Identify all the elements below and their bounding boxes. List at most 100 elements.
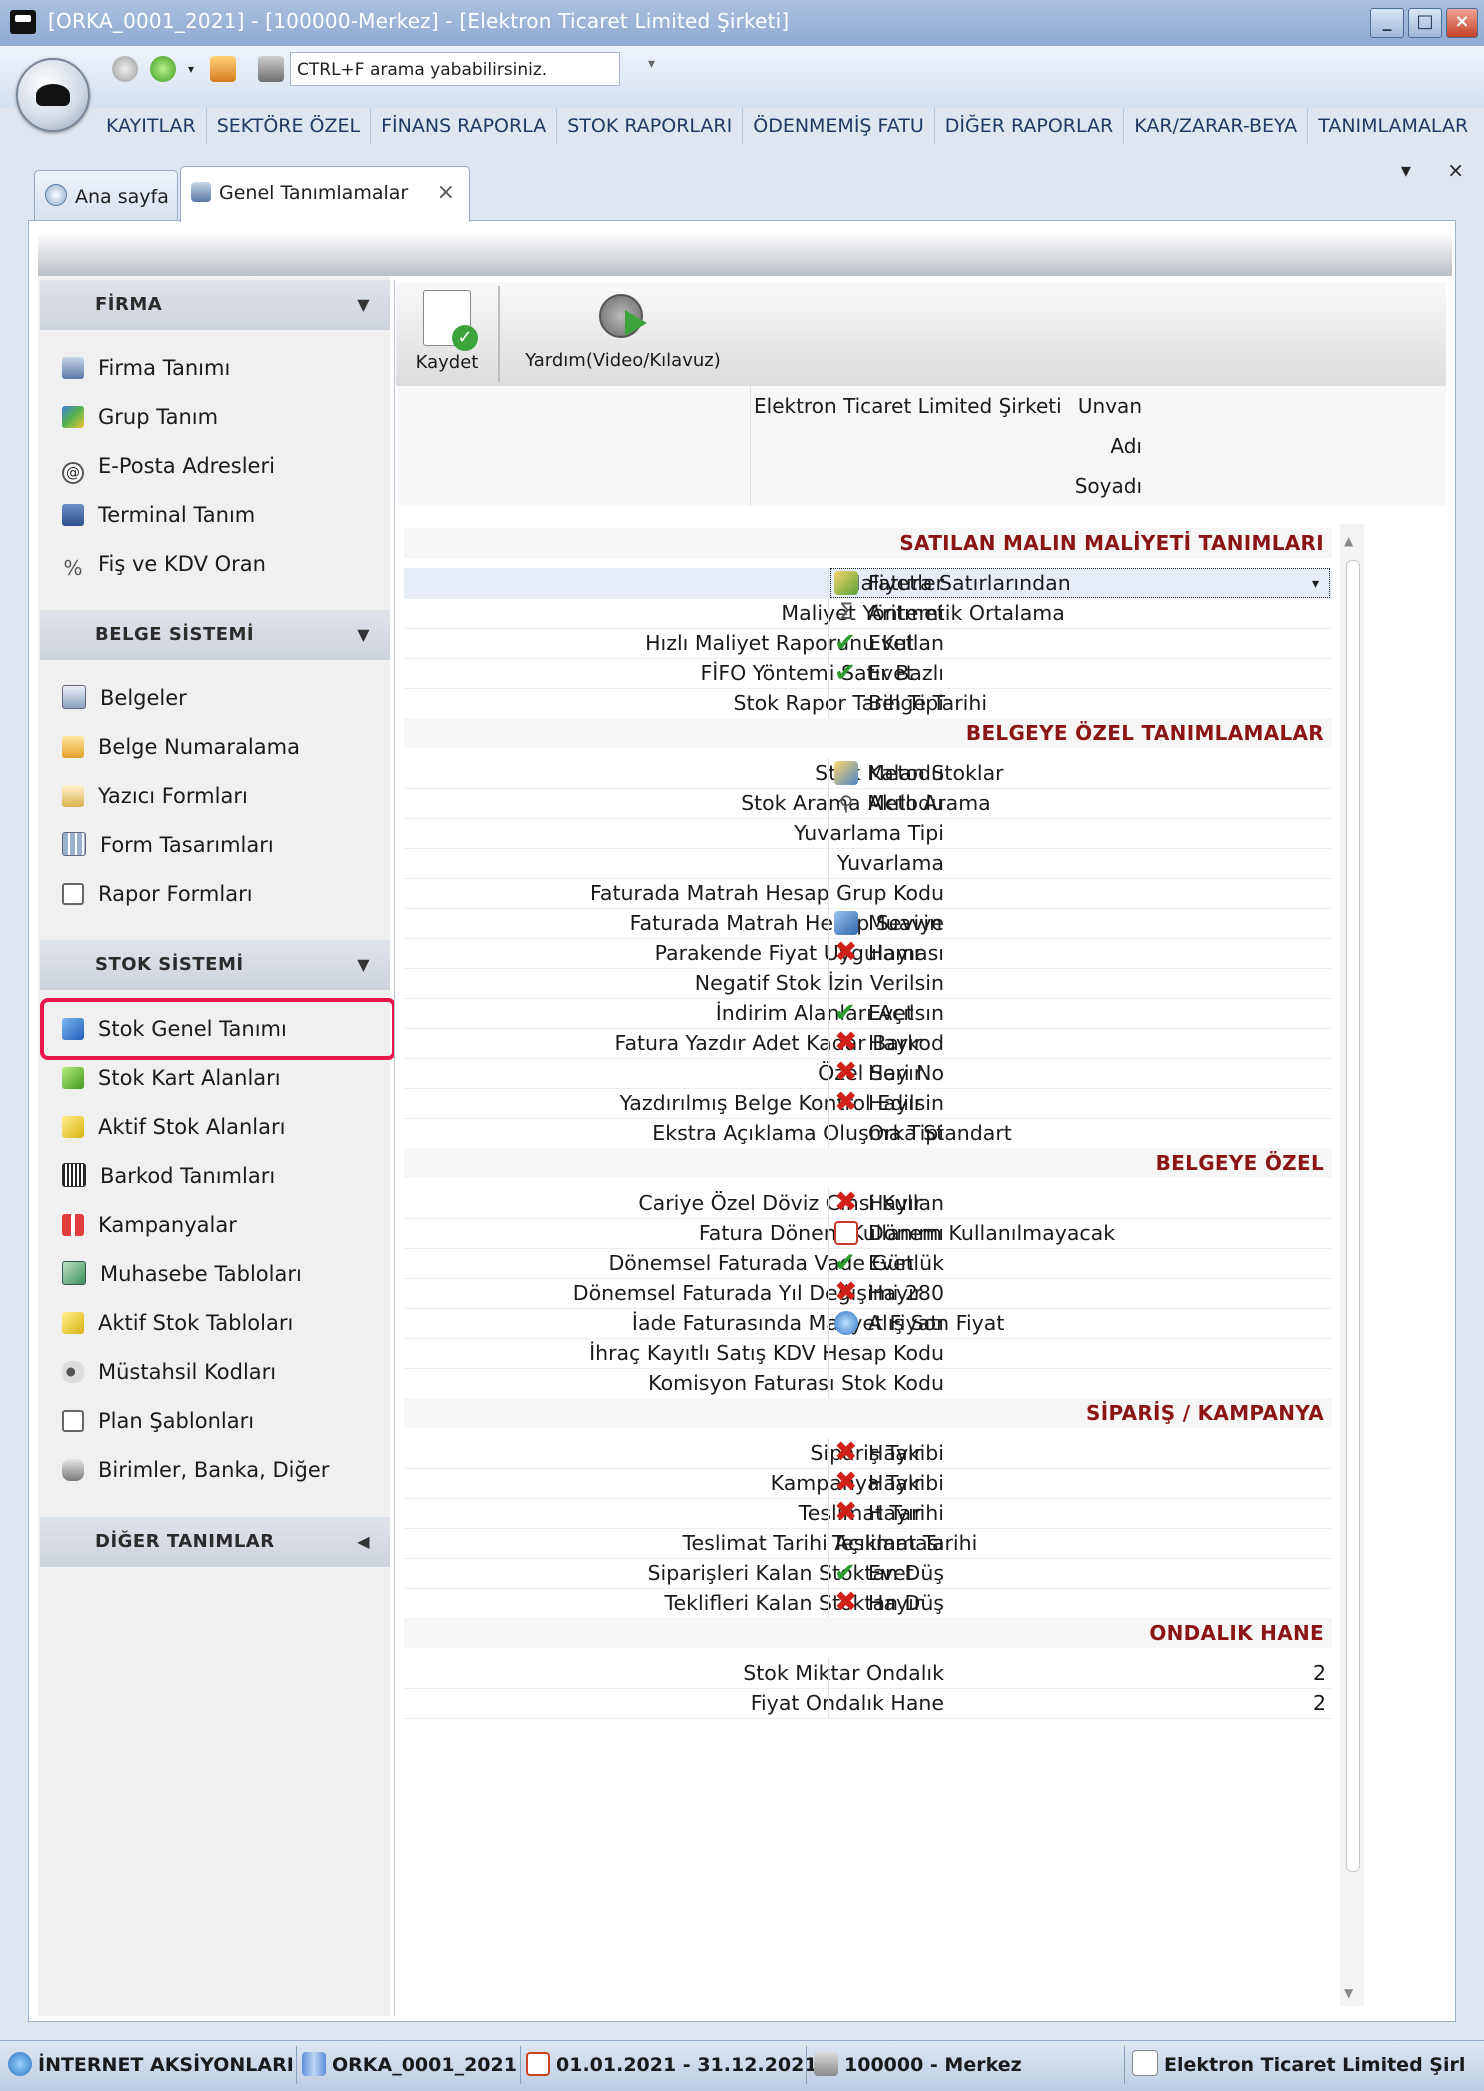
tab-list-dropdown-icon[interactable]: ▾ (1401, 158, 1411, 182)
property-row[interactable]: Stok Rapor Tarih Tipi Belge Tarihi (404, 688, 1332, 719)
property-value[interactable]: Hayır (868, 1088, 922, 1118)
nav-item-aktif-stok-alanlari[interactable]: Aktif Stok Alanları (62, 1107, 285, 1147)
application-menu-button[interactable] (16, 58, 90, 132)
nav-item-eposta-adresleri[interactable]: @ E-Posta Adresleri (62, 446, 275, 486)
property-value[interactable]: Hayır (868, 1058, 922, 1088)
property-value[interactable]: Aritmetik Ortalama (868, 598, 1065, 628)
property-row[interactable]: Özel Seri No ✖ Hayır (404, 1058, 1332, 1089)
menu-sektore-ozel[interactable]: SEKTÖRE ÖZEL (207, 108, 372, 144)
minimize-button[interactable]: _ (1370, 8, 1404, 38)
property-row[interactable]: Fatura Yazdır Adet Kadar Barkod ✖ Hayır (404, 1028, 1332, 1059)
close-all-tabs-icon[interactable]: × (1447, 158, 1464, 182)
nav-item-kampanyalar[interactable]: Kampanyalar (62, 1205, 237, 1245)
collapse-arrow-icon[interactable]: ▼ (357, 610, 370, 660)
collapse-arrow-icon[interactable]: ▼ (357, 280, 370, 330)
property-value[interactable]: Alış Son Fiyat (868, 1308, 1004, 1338)
nav-group-belge-sistemi[interactable]: BELGE SİSTEMİ ▼ (40, 610, 390, 660)
help-video-button[interactable]: Yardım(Video/Kılavuz) (516, 290, 730, 371)
property-row[interactable]: Dönemsel Faturada Vade Günlük ✔ Evet (404, 1248, 1332, 1279)
property-row[interactable]: Stok Arama Metodu ⚲ Akıllı Arama (404, 788, 1332, 819)
property-value[interactable]: 2 (1313, 1688, 1326, 1718)
nav-group-diger-tanimlar[interactable]: DİĞER TANIMLAR ◀ (40, 1517, 390, 1567)
maximize-button[interactable]: □ (1408, 8, 1442, 38)
property-row[interactable]: Cariye Özel Döviz Cinsi Kullan ✖ Hayır (404, 1188, 1332, 1219)
collapse-arrow-icon[interactable]: ▼ (357, 940, 370, 990)
property-row[interactable]: Teklifleri Kalan Stoktan Düş ✖ Hayır (404, 1588, 1332, 1619)
property-value[interactable]: Evet (868, 658, 914, 688)
scroll-down-icon[interactable]: ▼ (1344, 1986, 1353, 2000)
status-company[interactable]: Elektron Ticaret Limited Şirl (1132, 2048, 1465, 2082)
property-value[interactable]: Akıllı Arama (868, 788, 991, 818)
property-row[interactable]: Kampanya Takibi ✖ Hayır (404, 1468, 1332, 1499)
property-row[interactable]: Siparişleri Kalan Stoktan Düş ✔ Evet (404, 1558, 1332, 1589)
nav-item-muhasebe-tablolari[interactable]: Muhasebe Tabloları (62, 1254, 302, 1294)
nav-item-terminal-tanim[interactable]: Terminal Tanım (62, 495, 255, 535)
nav-item-belge-numaralama[interactable]: Belge Numaralama (62, 727, 300, 767)
tab-genel-tanimlamalar[interactable]: Genel Tanımlamalar × (180, 166, 470, 222)
property-row[interactable]: Maliyetler ▾ Fatura Satırlarından (404, 568, 1332, 599)
nav-item-firma-tanimi[interactable]: Firma Tanımı (62, 348, 230, 388)
settings-gear-icon[interactable] (112, 56, 138, 82)
property-value[interactable]: Kalan Stoklar (868, 758, 1004, 788)
status-warehouse[interactable]: 100000 - Merkez (814, 2048, 1022, 2082)
property-value[interactable]: Orka Standart (868, 1118, 1012, 1148)
status-green-icon[interactable] (150, 56, 176, 82)
property-value[interactable]: Muavin (868, 908, 942, 938)
property-value[interactable]: Hayır (868, 938, 922, 968)
status-internet-actions[interactable]: İNTERNET AKSİYONLARI (8, 2048, 294, 2082)
nav-item-fis-kdv-oran[interactable]: % Fiş ve KDV Oran (62, 544, 266, 584)
property-row[interactable]: İhraç Kayıtlı Satış KDV Hesap Kodu (404, 1338, 1332, 1369)
property-value[interactable]: Hayır (868, 1438, 922, 1468)
menu-finans-raporlari[interactable]: FİNANS RAPORLA (371, 108, 558, 144)
property-row[interactable]: Stok Metodu Kalan Stoklar (404, 758, 1332, 789)
menu-odenmemis-faturalar[interactable]: ÖDENMEMİŞ FATU (743, 108, 935, 144)
nav-item-birimler-banka-diger[interactable]: Birimler, Banka, Diğer (62, 1450, 329, 1490)
property-row[interactable]: İndirim Alanları Açılsın ✔ Evet (404, 998, 1332, 1029)
status-database[interactable]: ORKA_0001_2021 (302, 2048, 517, 2082)
chevron-down-icon[interactable]: ▾ (1312, 569, 1319, 599)
property-row[interactable]: Maliyet Yöntemi Σ Aritmetik Ortalama (404, 598, 1332, 629)
property-row[interactable]: Fatura Dönem Kullanımı Dönem Kullanılmaya… (404, 1218, 1332, 1249)
property-row[interactable]: Negatif Stok İzin Verilsin (404, 968, 1332, 999)
property-value[interactable]: Hayır (868, 1468, 922, 1498)
menu-stok-raporlari[interactable]: STOK RAPORLARI (557, 108, 744, 144)
nav-group-stok-sistemi[interactable]: STOK SİSTEMİ ▼ (40, 940, 390, 990)
nav-item-barkod-tanimlari[interactable]: Barkod Tanımları (62, 1156, 275, 1196)
property-row[interactable]: Fiyat Ondalık Hane 2 (404, 1688, 1332, 1719)
property-value[interactable]: Hayır (868, 1278, 922, 1308)
property-value[interactable]: Hayır (868, 1028, 922, 1058)
menu-kayitlar[interactable]: KAYITLAR (96, 108, 207, 144)
soyadi-field[interactable] (754, 466, 1444, 506)
menu-tanimlamalar[interactable]: TANIMLAMALAR (1308, 108, 1478, 144)
menu-kar-zarar-beyan[interactable]: KAR/ZARAR-BEYA (1124, 108, 1309, 144)
nav-item-stok-kart-alanlari[interactable]: Stok Kart Alanları (62, 1058, 281, 1098)
property-row[interactable]: Faturada Matrah Hesap Seviye Muavin (404, 908, 1332, 939)
property-value[interactable]: Teslimat Tarihi (832, 1528, 977, 1558)
property-value[interactable]: 2 (1313, 1658, 1326, 1688)
nav-item-grup-tanim[interactable]: Grup Tanım (62, 397, 218, 437)
key-tool-icon[interactable] (210, 56, 236, 82)
nav-item-aktif-stok-tablolari[interactable]: Aktif Stok Tabloları (62, 1303, 293, 1343)
unvan-field[interactable]: Elektron Ticaret Limited Şirketi (754, 394, 1062, 418)
close-tab-icon[interactable]: × (437, 167, 455, 219)
property-value[interactable]: Fatura Satırlarından (868, 568, 1071, 598)
nav-item-mustahsil-kodlari[interactable]: Müstahsil Kodları (62, 1352, 276, 1392)
nav-item-belgeler[interactable]: Belgeler (62, 678, 187, 718)
property-value[interactable]: Evet (868, 628, 914, 658)
save-button[interactable]: Kaydet (410, 290, 484, 373)
property-row[interactable]: Hızlı Maliyet Raporunu Kullan ✔ Evet (404, 628, 1332, 659)
property-row[interactable]: Teslimat Tarihi ✖ Hayır (404, 1498, 1332, 1529)
property-row[interactable]: Sipariş Takibi ✖ Hayır (404, 1438, 1332, 1469)
property-row[interactable]: Dönemsel Faturada Yıl Değişimi 280 ✖ Hayır (404, 1278, 1332, 1309)
property-row[interactable]: FİFO Yöntemi Satır Bazlı ✔ Evet (404, 658, 1332, 689)
property-row[interactable]: Parakende Fiyat Uygulaması ✖ Hayır (404, 938, 1332, 969)
close-window-button[interactable]: × (1446, 8, 1478, 38)
adi-field[interactable] (754, 426, 1444, 466)
expand-arrow-icon[interactable]: ◀ (357, 1517, 370, 1567)
tab-ana-sayfa[interactable]: Ana sayfa (34, 170, 178, 222)
status-dropdown-icon[interactable]: ▾ (188, 62, 194, 76)
property-value[interactable]: Hayır (868, 1588, 922, 1618)
property-row[interactable]: Stok Miktar Ondalık 2 (404, 1658, 1332, 1689)
property-value[interactable]: Hayır (868, 1498, 922, 1528)
nav-item-form-tasarimlari[interactable]: Form Tasarımları (62, 825, 274, 865)
